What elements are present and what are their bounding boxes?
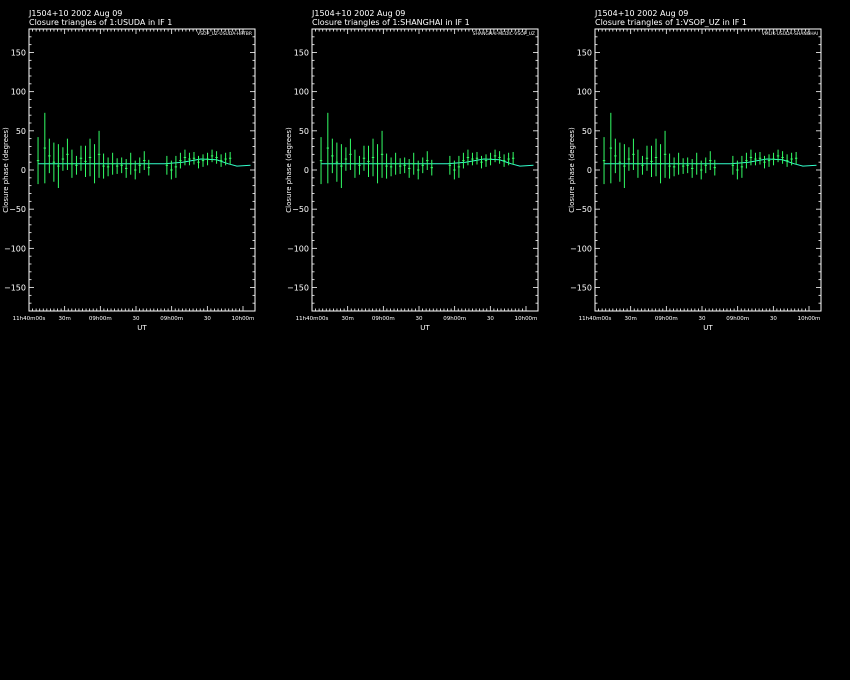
x-tick-label: 30 [133,316,140,322]
x-tick-label: 30 [699,316,706,322]
x-tick-label: 30 [770,316,777,322]
y-tick-label: 150 [11,49,26,58]
source-line: J1504+10 2002 Aug 09 [28,9,122,18]
x-tick-label: 09h00m [443,316,466,322]
x-tick-label: 09h00m [372,316,395,322]
chart-title: Closure triangles of 1:SHANGHAI in IF 1 [312,18,470,27]
x-tick-label: 30 [204,316,211,322]
x-tick-label: 10h00m [515,316,538,322]
x-tick-label: 09h00m [160,316,183,322]
source-line: J1504+10 2002 Aug 09 [311,9,405,18]
y-tick-label: −150 [570,284,592,293]
triangle-label: VSOP_UZ-USUDA-HRTBR [197,31,252,37]
x-axis-label: UT [420,324,430,332]
y-tick-label: 50 [16,127,26,136]
x-tick-label: 30m [58,316,70,322]
closure-phase-figure: J1504+10 2002 Aug 09Closure triangles of… [2,9,822,332]
y-tick-label: 100 [294,88,309,97]
x-tick-label: 30m [341,316,353,322]
chart-title: Closure triangles of 1:VSOP_UZ in IF 1 [595,18,747,27]
chart-panel-2: J1504+10 2002 Aug 09Closure triangles of… [285,9,539,332]
x-tick-label: 10h00m [798,316,821,322]
y-tick-label: −50 [575,205,592,214]
y-tick-label: −100 [4,244,26,253]
chart-panel-3: J1504+10 2002 Aug 09Closure triangles of… [568,9,822,332]
source-line: J1504+10 2002 Aug 09 [594,9,688,18]
x-tick-label: 10h00m [232,316,255,322]
y-tick-label: 0 [587,166,592,175]
x-tick-label: 30 [487,316,494,322]
chart-panel-1: J1504+10 2002 Aug 09Closure triangles of… [2,9,256,332]
y-tick-label: −150 [4,284,26,293]
y-tick-label: 0 [304,166,309,175]
y-tick-label: 100 [577,88,592,97]
y-tick-label: 0 [21,166,26,175]
y-tick-label: −100 [570,244,592,253]
y-tick-label: 100 [11,88,26,97]
y-tick-label: 50 [299,127,309,136]
y-tick-label: −50 [292,205,309,214]
y-tick-label: 50 [582,127,592,136]
x-tick-label: 09h00m [655,316,678,322]
y-axis-label: Closure phase (degrees) [568,127,576,213]
y-tick-label: −150 [287,284,309,293]
x-tick-label: 30m [624,316,636,322]
y-tick-label: −100 [287,244,309,253]
x-tick-label: 09h00m [726,316,749,322]
chart-title: Closure triangles of 1:USUDA in IF 1 [29,18,172,27]
x-axis-label: UT [703,324,713,332]
y-axis-label: Closure phase (degrees) [285,127,293,213]
y-axis-label: Closure phase (degrees) [2,127,10,213]
y-tick-label: 150 [294,49,309,58]
x-tick-label: 11h40m00s [13,316,46,322]
x-tick-label: 11h40m00s [579,316,612,322]
x-axis-label: UT [137,324,147,332]
x-tick-label: 09h00m [89,316,112,322]
x-tick-label: 30 [416,316,423,322]
x-tick-label: 11h40m00s [296,316,329,322]
y-tick-label: 150 [577,49,592,58]
triangle-label: VMLIK-USUDA-SHANGHAI [762,31,818,37]
y-tick-label: −50 [9,205,26,214]
